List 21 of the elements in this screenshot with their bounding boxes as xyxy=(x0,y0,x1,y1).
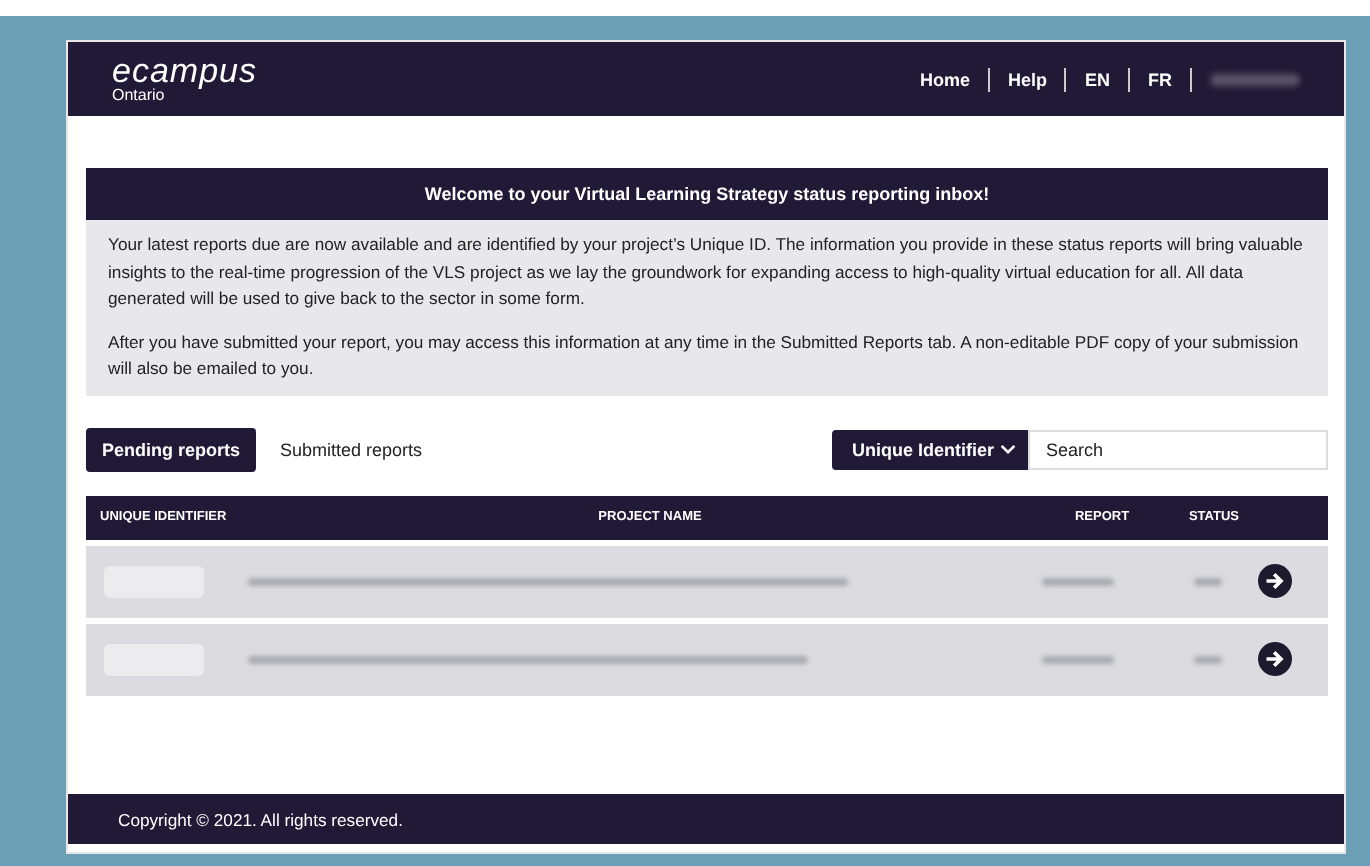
logo-subtitle: Ontario xyxy=(112,88,165,104)
welcome-banner: Welcome to your Virtual Learning Strategy status reporting inbox! xyxy=(86,168,1328,220)
blurred-report-date xyxy=(1042,577,1114,585)
copyright-text: Copyright © 2021. All rights reserved. xyxy=(118,809,403,829)
tab[interactable]: Submitted reports xyxy=(264,427,439,471)
nav-link[interactable]: EN xyxy=(1084,69,1110,89)
arrow-right-circle-icon[interactable] xyxy=(1258,642,1292,676)
tab[interactable]: Pending reports xyxy=(86,427,257,471)
logo-wordmark: ecampus xyxy=(112,54,257,88)
search-field[interactable]: Search xyxy=(1028,429,1328,469)
arrow-right-circle-icon[interactable] xyxy=(1258,564,1292,598)
blurred-status xyxy=(1194,577,1222,585)
info-paragraph: Your latest reports due are now available and are identified by your project’s Unique ID. The information you provide in these status reports will bring valuable insights to the real-time progression of the VLS project as we lay the groundwork for expanding access to high-quality virtual education for all. All data generated will be used to give back to the sector in some form. xyxy=(108,232,1305,312)
chevron-down-icon xyxy=(1000,444,1016,454)
nav-link[interactable]: Home xyxy=(919,69,970,89)
nav-link[interactable]: FR xyxy=(1148,69,1172,89)
nav-link[interactable]: Help xyxy=(1007,69,1047,89)
identifier-dropdown[interactable]: Unique Identifier xyxy=(832,429,1028,469)
blurred-status xyxy=(1194,655,1222,663)
blurred-report-date xyxy=(1042,655,1114,663)
info-paragraph: After you have submitted your report, you may access this information at any time in the Submitted Reports tab. A non-editable PDF copy of your submission will also be emailed to you. xyxy=(108,329,1301,382)
